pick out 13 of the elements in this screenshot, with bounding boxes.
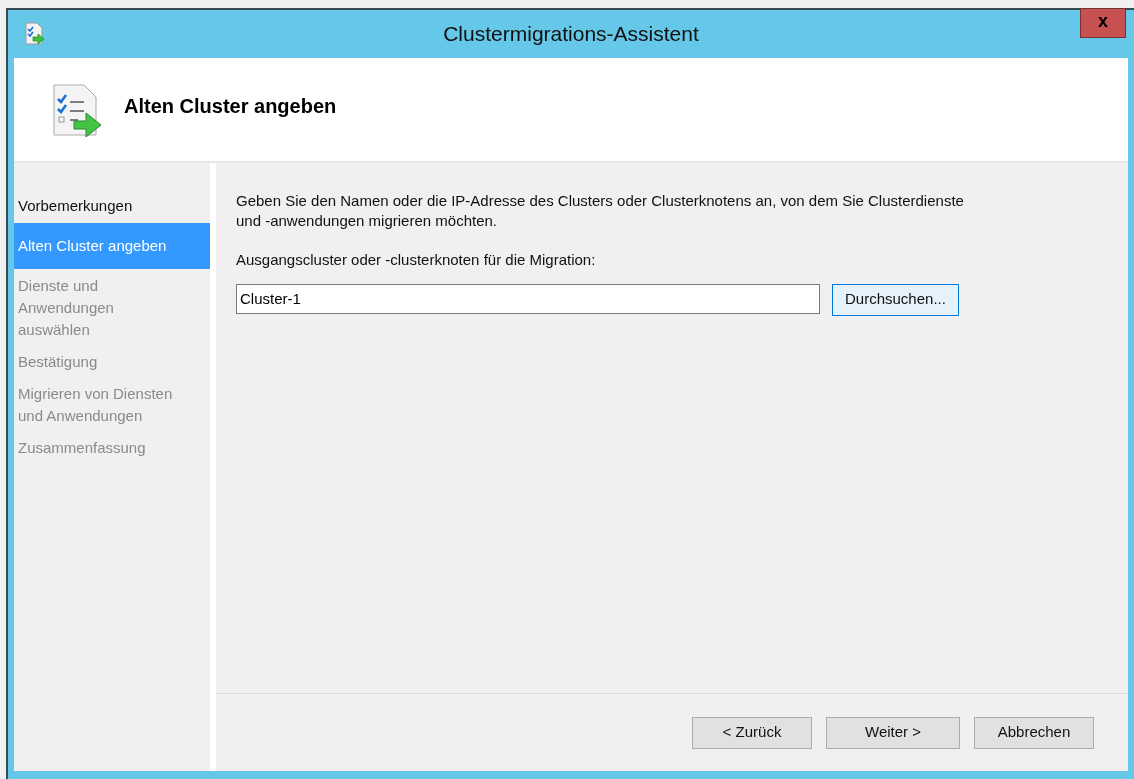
wizard-button[interactable]: Abbrechen <box>974 716 1094 749</box>
description-text: Geben Sie den Namen oder die IP-Adresse des Clusters oder Clusterknotens an, von dem Sie Clusterdienste und -anwendungen migrieren möchten. <box>236 191 965 231</box>
wizard-button[interactable]: Weiter > <box>826 716 960 749</box>
checklist-arrow-icon <box>52 82 104 137</box>
checklist-arrow-icon <box>24 22 46 46</box>
field-label: Ausgangscluster oder -clusterknoten für die Migration: <box>236 250 597 270</box>
browse-button[interactable]: Durchsuchen... <box>832 283 959 316</box>
wizard-button[interactable]: < Zurück <box>692 716 812 749</box>
wizard-step[interactable]: Vorbemerkungen <box>14 191 210 221</box>
window-title: Clustermigrations-Assistent <box>443 21 699 48</box>
close-button[interactable]: x <box>1080 8 1126 38</box>
cluster-input-field[interactable]: Cluster-1 <box>236 283 820 314</box>
page-heading: Alten Cluster angeben <box>124 93 337 119</box>
